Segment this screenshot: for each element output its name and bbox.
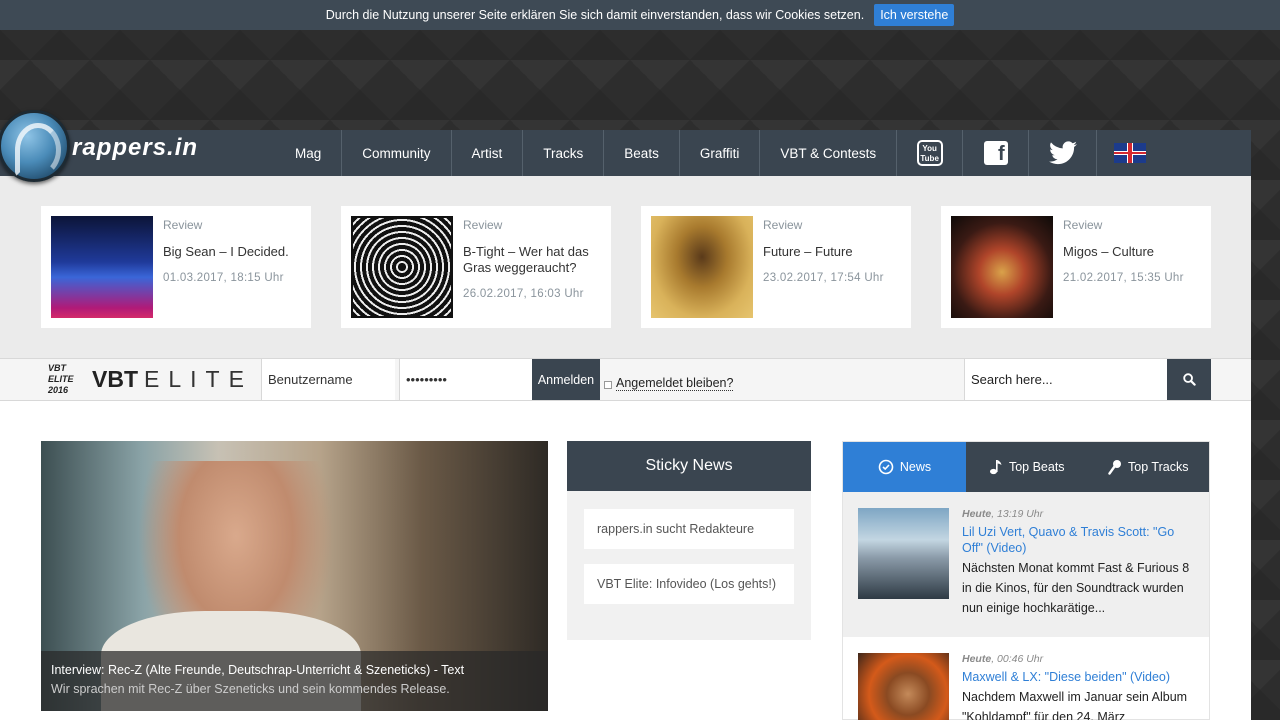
review-strip: Review Big Sean – I Decided. 01.03.2017,… <box>0 176 1251 358</box>
album-cover-image <box>951 216 1053 318</box>
tab-top-beats-label: Top Beats <box>1008 460 1065 474</box>
remember-me[interactable]: Angemeldet bleiben? <box>604 376 734 391</box>
twitter-icon <box>1048 141 1077 165</box>
review-card[interactable]: Review B-Tight – Wer hat das Gras wegger… <box>341 206 611 328</box>
news-time: , 13:19 Uhr <box>991 508 1044 520</box>
music-note-icon <box>989 460 1002 475</box>
sticky-news-item[interactable]: rappers.in sucht Redakteure <box>584 509 794 549</box>
language-switch[interactable] <box>1097 130 1163 176</box>
nav-item-graffiti[interactable]: Graffiti <box>680 130 761 176</box>
sticky-news-panel: Sticky News rappers.in sucht Redakteure … <box>567 441 811 640</box>
review-category: Review <box>163 218 203 232</box>
news-thumbnail <box>858 653 949 720</box>
login-bar: VBT ELITE 2016 VBT ELITE Benutzername ••… <box>0 358 1251 401</box>
nav-item-community[interactable]: Community <box>342 130 452 176</box>
login-button[interactable]: Anmelden <box>532 359 600 400</box>
news-tabs-panel: News Top Beats Top Tracks Heute, 13:19 U… <box>842 441 1210 720</box>
review-category: Review <box>763 218 803 232</box>
tab-top-tracks[interactable]: Top Tracks <box>1087 442 1209 492</box>
remember-checkbox[interactable] <box>604 381 612 389</box>
sticky-news-item[interactable]: VBT Elite: Infovideo (Los gehts!) <box>584 564 794 604</box>
news-item[interactable]: Heute, 00:46 Uhr Maxwell & LX: "Diese be… <box>843 637 1209 720</box>
nav-item-tracks[interactable]: Tracks <box>523 130 605 176</box>
clock-icon <box>878 459 894 475</box>
search-input[interactable]: Search here... <box>964 359 1167 400</box>
review-title[interactable]: B-Tight – Wer hat das Gras weggeraucht? <box>463 244 603 276</box>
site-frame: rappers.in Mag Community Artist Tracks B… <box>0 110 1251 720</box>
review-title[interactable]: Future – Future <box>763 244 903 260</box>
news-thumbnail <box>858 508 949 599</box>
search-button[interactable] <box>1167 359 1211 400</box>
logo-icon[interactable] <box>0 110 70 182</box>
review-card[interactable]: Review Future – Future 23.02.2017, 17:54… <box>641 206 911 328</box>
cookie-text: Durch die Nutzung unserer Seite erklären… <box>325 8 865 22</box>
vbt-logo-elite: ELITE <box>144 366 253 392</box>
search-icon <box>1182 373 1196 386</box>
featured-title[interactable]: Interview: Rec-Z (Alte Freunde, Deutschr… <box>51 663 538 677</box>
tab-top-tracks-label: Top Tracks <box>1128 460 1189 474</box>
microphone-icon <box>1108 460 1122 475</box>
news-item[interactable]: Heute, 13:19 Uhr Lil Uzi Vert, Quavo & T… <box>843 492 1209 637</box>
news-time: , 00:46 Uhr <box>991 653 1044 665</box>
tab-top-beats[interactable]: Top Beats <box>966 442 1088 492</box>
review-date: 01.03.2017, 18:15 Uhr <box>163 272 284 284</box>
cookie-banner: Durch die Nutzung unserer Seite erklären… <box>0 0 1280 30</box>
album-cover-image <box>51 216 153 318</box>
review-category: Review <box>1063 218 1103 232</box>
featured-article[interactable]: Interview: Rec-Z (Alte Freunde, Deutschr… <box>41 441 548 711</box>
nav-item-mag[interactable]: Mag <box>275 130 343 176</box>
tab-news[interactable]: News <box>843 442 966 492</box>
review-category: Review <box>463 218 503 232</box>
featured-subtitle: Wir sprachen mit Rec-Z über Szeneticks u… <box>51 682 450 696</box>
twitter-link[interactable] <box>1029 130 1098 176</box>
youtube-icon: You Tube <box>916 140 943 166</box>
username-field[interactable]: Benutzername <box>261 359 395 400</box>
facebook-icon: f <box>983 141 1008 165</box>
facebook-link[interactable]: f <box>963 130 1030 176</box>
vbt-elite-logo[interactable]: VBT ELITE 2016 VBT ELITE <box>48 359 253 400</box>
nav-item-vbt-contests[interactable]: VBT & Contests <box>760 130 898 176</box>
review-title[interactable]: Big Sean – I Decided. <box>163 244 303 260</box>
uk-flag-icon <box>1114 143 1147 163</box>
youtube-link[interactable]: You Tube <box>897 130 964 176</box>
nav-menu: Mag Community Artist Tracks Beats Graffi… <box>275 130 1163 176</box>
password-field[interactable]: ••••••••• <box>399 359 532 400</box>
review-title[interactable]: Migos – Culture <box>1063 244 1203 260</box>
nav-item-artist[interactable]: Artist <box>452 130 524 176</box>
review-date: 21.02.2017, 15:35 Uhr <box>1063 272 1184 284</box>
sticky-news-heading: Sticky News <box>567 441 811 491</box>
nav-item-beats[interactable]: Beats <box>604 130 680 176</box>
review-card[interactable]: Review Big Sean – I Decided. 01.03.2017,… <box>41 206 311 328</box>
album-cover-image <box>351 216 453 318</box>
cookie-accept-button[interactable]: Ich verstehe <box>874 4 955 26</box>
featured-caption: Interview: Rec-Z (Alte Freunde, Deutschr… <box>41 651 548 711</box>
vbt-logo-word: VBT <box>92 366 138 392</box>
vbt-badge-icon: VBT ELITE 2016 <box>48 362 74 395</box>
brand-logo-text[interactable]: rappers.in <box>72 134 198 162</box>
review-card[interactable]: Review Migos – Culture 21.02.2017, 15:35… <box>941 206 1211 328</box>
tab-news-label: News <box>899 460 932 474</box>
main-nav: rappers.in Mag Community Artist Tracks B… <box>0 110 1251 182</box>
review-date: 23.02.2017, 17:54 Uhr <box>763 272 884 284</box>
remember-label: Angemeldet bleiben? <box>616 376 734 391</box>
tab-bar: News Top Beats Top Tracks <box>843 442 1209 492</box>
album-cover-image <box>651 216 753 318</box>
review-date: 26.02.2017, 16:03 Uhr <box>463 288 584 300</box>
news-day: Heute <box>962 508 992 520</box>
news-day: Heute <box>962 653 992 665</box>
